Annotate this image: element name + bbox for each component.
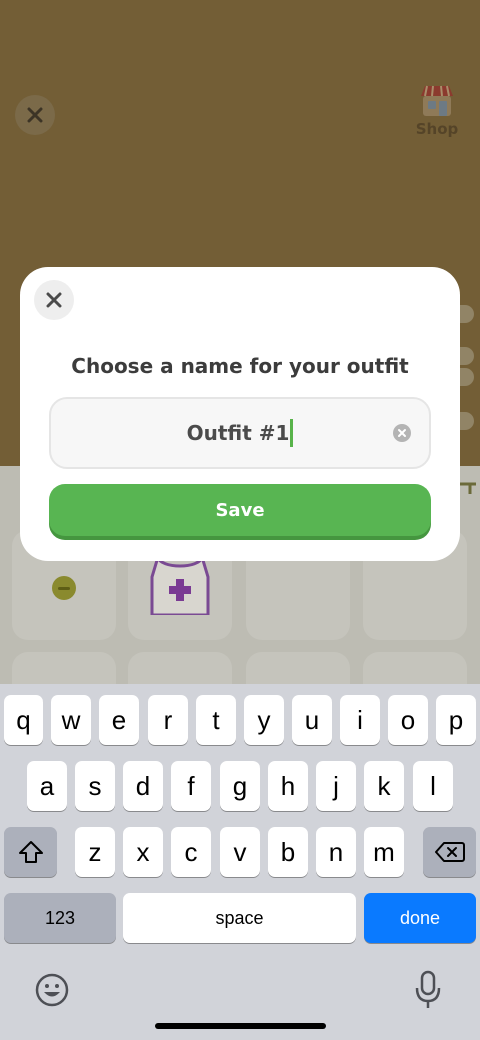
key-h[interactable]: h <box>268 761 308 811</box>
key-a[interactable]: a <box>27 761 67 811</box>
clear-input-button[interactable] <box>393 424 411 442</box>
tag-icon <box>458 482 476 494</box>
shop-icon <box>421 85 453 116</box>
save-button[interactable]: Save <box>49 484 431 536</box>
emoji-icon[interactable] <box>34 972 70 1008</box>
key-o[interactable]: o <box>388 695 428 745</box>
key-d[interactable]: d <box>123 761 163 811</box>
microphone-icon[interactable] <box>414 970 442 1010</box>
key-k[interactable]: k <box>364 761 404 811</box>
scene-close-button[interactable] <box>15 95 55 135</box>
key-t[interactable]: t <box>196 695 236 745</box>
home-indicator <box>155 1023 326 1029</box>
key-c[interactable]: c <box>171 827 211 877</box>
done-key[interactable]: done <box>364 893 476 943</box>
key-j[interactable]: j <box>316 761 356 811</box>
key-y[interactable]: y <box>244 695 284 745</box>
text-caret <box>290 419 294 447</box>
key-z[interactable]: z <box>75 827 115 877</box>
key-w[interactable]: w <box>51 695 91 745</box>
key-x[interactable]: x <box>123 827 163 877</box>
name-outfit-dialog: Choose a name for your outfit Outfit #1 … <box>20 267 460 561</box>
shift-key[interactable] <box>4 827 57 877</box>
key-g[interactable]: g <box>220 761 260 811</box>
key-b[interactable]: b <box>268 827 308 877</box>
on-screen-keyboard: q w e r t y u i o p a s d f g h j k l z … <box>0 684 480 1040</box>
close-icon <box>46 292 62 308</box>
key-v[interactable]: v <box>220 827 260 877</box>
key-r[interactable]: r <box>148 695 188 745</box>
close-icon <box>27 107 43 123</box>
key-i[interactable]: i <box>340 695 380 745</box>
remove-icon[interactable] <box>52 576 76 600</box>
key-l[interactable]: l <box>413 761 453 811</box>
clear-icon <box>398 429 406 437</box>
key-m[interactable]: m <box>364 827 404 877</box>
shop-label: Shop <box>415 120 459 138</box>
key-q[interactable]: q <box>4 695 43 745</box>
key-e[interactable]: e <box>99 695 139 745</box>
outfit-name-value[interactable]: Outfit #1 <box>187 421 290 445</box>
dialog-close-button[interactable] <box>34 280 74 320</box>
shift-icon <box>18 841 43 863</box>
key-f[interactable]: f <box>171 761 211 811</box>
numbers-key[interactable]: 123 <box>4 893 116 943</box>
tank-top-icon <box>150 557 210 615</box>
key-n[interactable]: n <box>316 827 356 877</box>
key-s[interactable]: s <box>75 761 115 811</box>
space-key[interactable]: space <box>123 893 356 943</box>
dialog-title: Choose a name for your outfit <box>71 354 409 378</box>
backspace-key[interactable] <box>423 827 476 877</box>
key-p[interactable]: p <box>436 695 476 745</box>
outfit-name-input[interactable]: Outfit #1 <box>49 397 431 469</box>
backspace-icon <box>434 842 465 862</box>
key-u[interactable]: u <box>292 695 332 745</box>
shop-button[interactable]: Shop <box>412 84 462 144</box>
